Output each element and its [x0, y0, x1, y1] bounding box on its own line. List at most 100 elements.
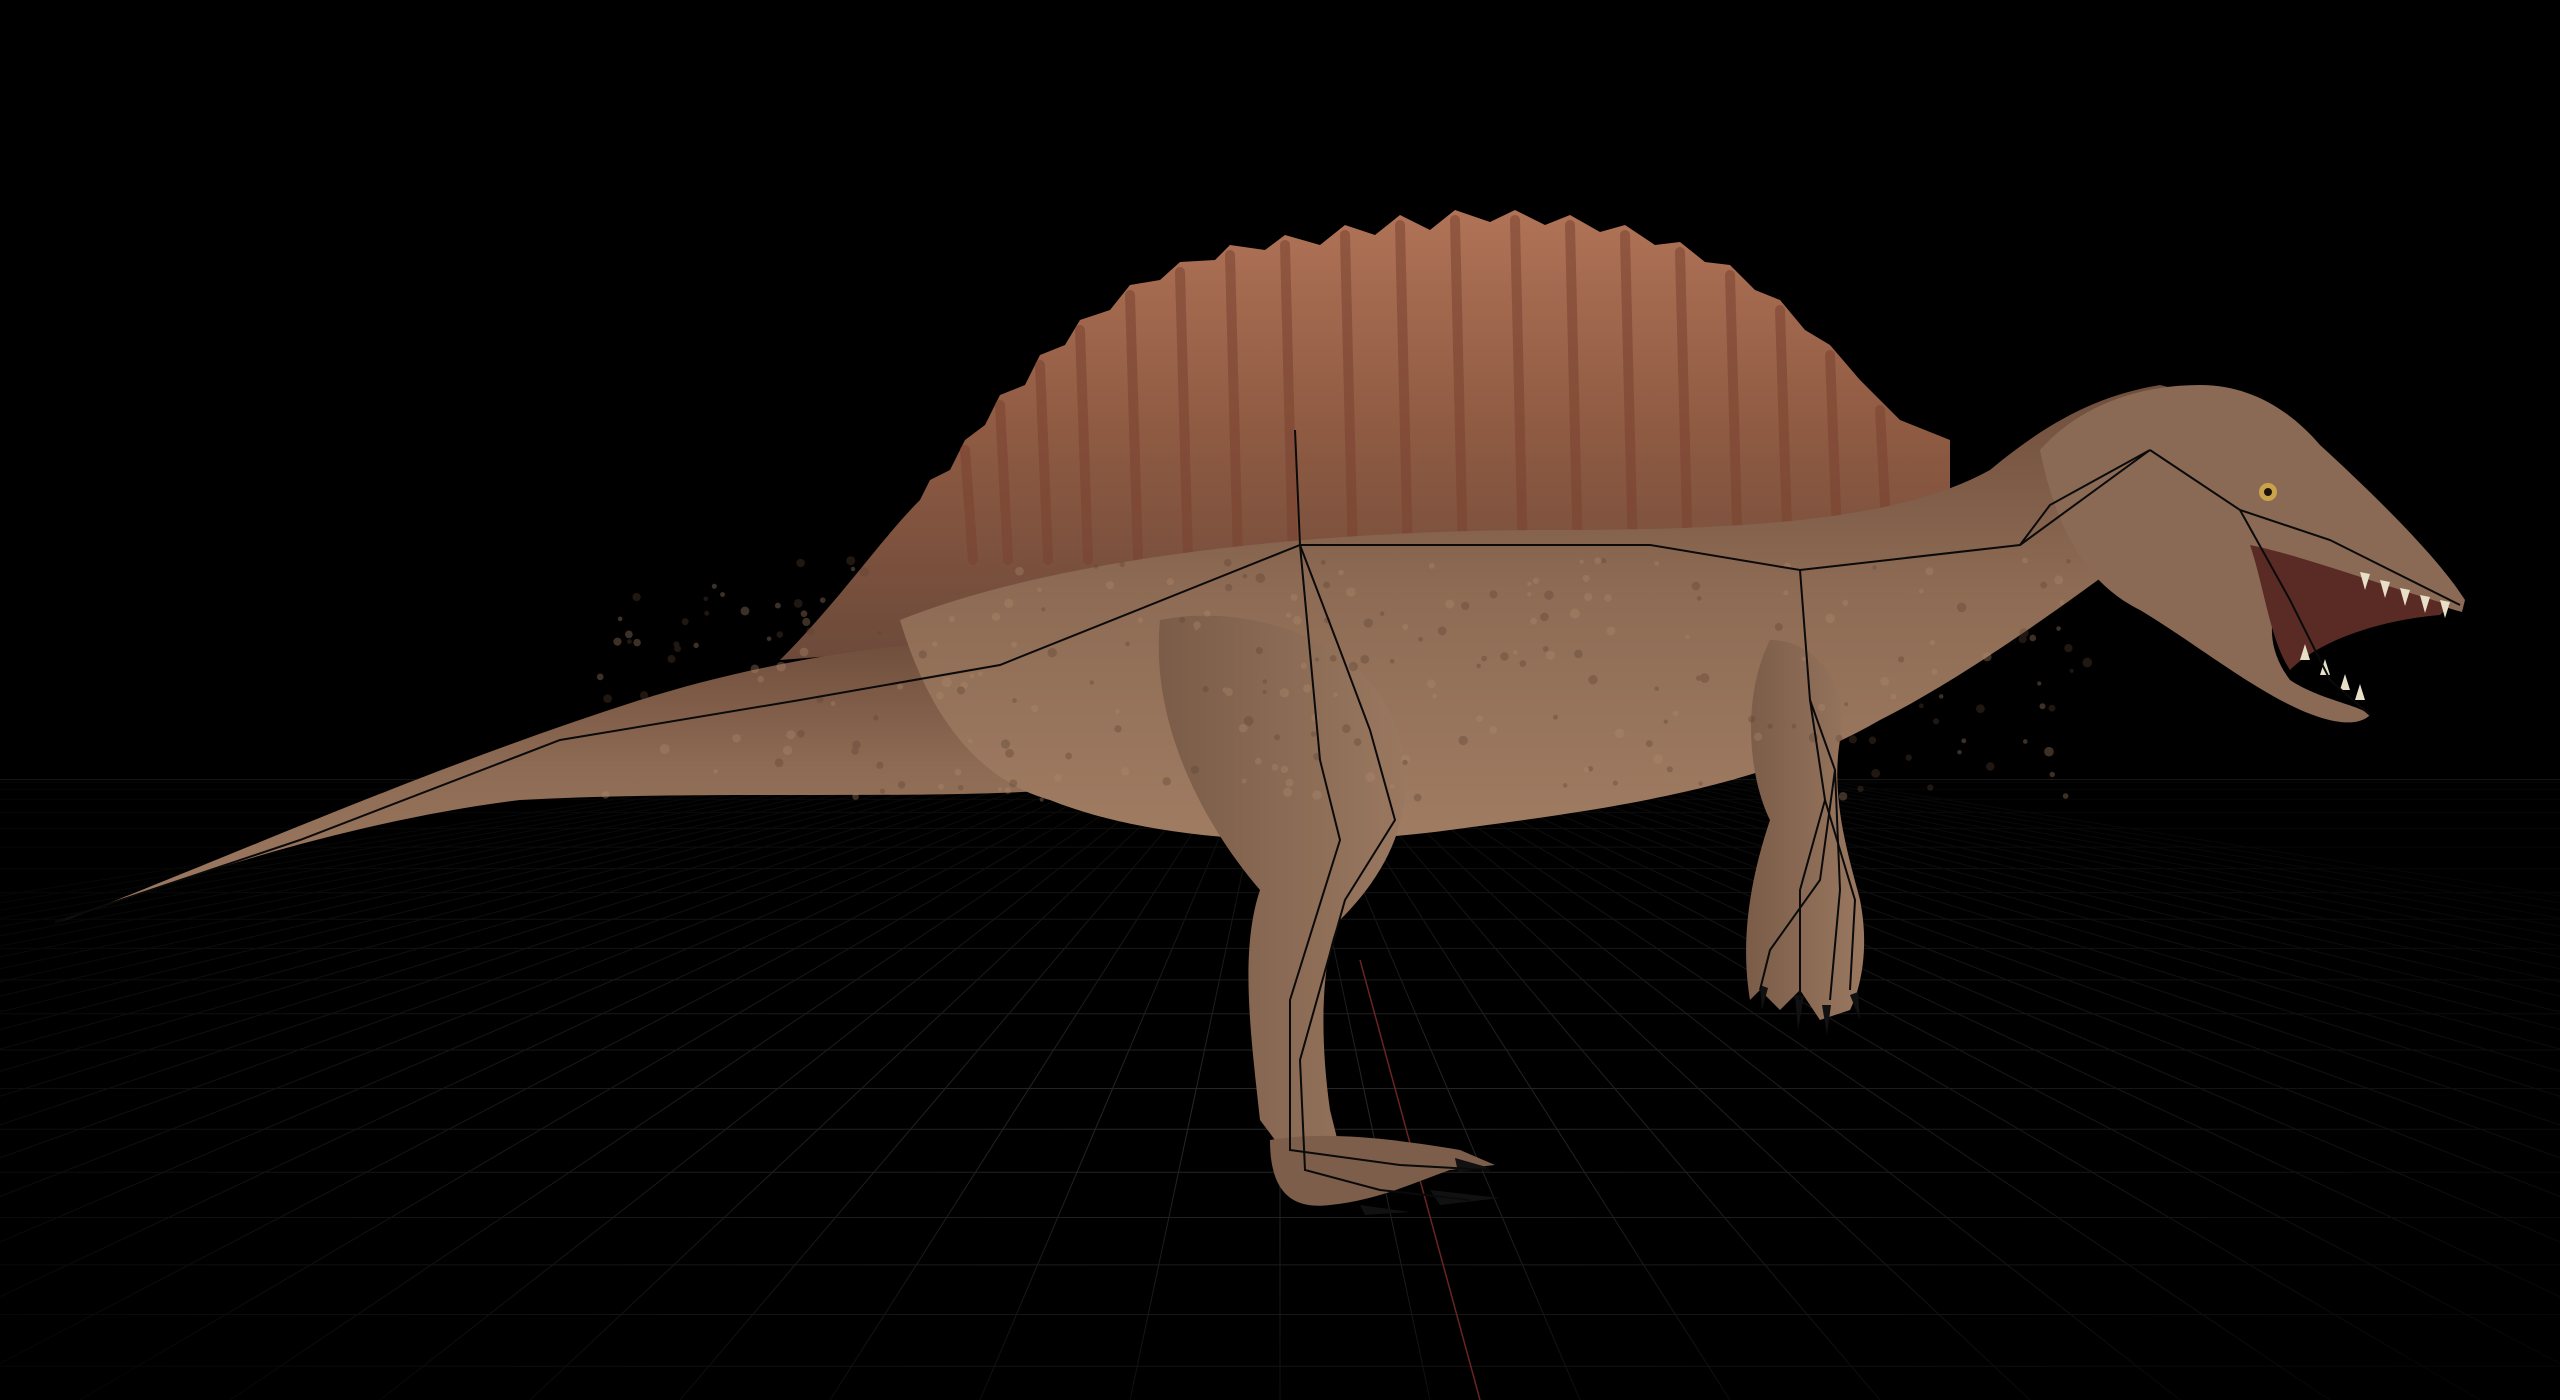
scale-dot — [1379, 611, 1385, 616]
scale-dot — [1540, 612, 1549, 622]
scale-dot — [786, 730, 796, 740]
scale-dot — [613, 637, 622, 646]
scale-dot — [1905, 754, 1912, 761]
scale-dot — [1005, 748, 1014, 758]
scale-dot — [1303, 684, 1312, 693]
scale-dot — [1054, 774, 1062, 782]
scale-dot — [799, 647, 809, 657]
scale-dot — [1300, 662, 1307, 669]
scale-dot — [782, 745, 793, 756]
scale-dot — [1432, 693, 1438, 699]
scale-dot — [1606, 626, 1616, 636]
scale-dot — [1653, 754, 1663, 764]
scale-dot — [819, 597, 826, 604]
scale-dot — [2040, 581, 2048, 589]
head[interactable] — [2040, 385, 2465, 723]
scale-dot — [1166, 578, 1174, 586]
scale-dot — [1320, 559, 1326, 565]
scale-dot — [1601, 558, 1607, 564]
scale-dot — [2022, 739, 2028, 744]
scale-dot — [1280, 765, 1289, 774]
viewport-canvas[interactable] — [0, 0, 2560, 1400]
scale-dot — [2064, 643, 2073, 653]
scale-dot — [1202, 686, 1209, 693]
scale-dot — [1512, 649, 1518, 655]
scale-dot — [802, 617, 811, 627]
scale-dot — [1285, 612, 1292, 618]
scale-dot — [1699, 673, 1710, 683]
scale-dot — [852, 740, 861, 750]
scale-dot — [1666, 766, 1673, 773]
scale-dot — [1125, 641, 1130, 647]
scale-dot — [1929, 639, 1936, 646]
scale-dot — [897, 683, 904, 690]
scale-dot — [766, 636, 772, 642]
scale-dot — [1818, 703, 1826, 712]
scale-dot — [1519, 660, 1527, 667]
scale-dot — [1532, 577, 1540, 584]
scale-dot — [2037, 681, 2042, 686]
scale-dot — [1011, 641, 1018, 648]
scale-dot — [1338, 569, 1344, 576]
scale-dot — [2054, 575, 2064, 585]
scale-dot — [1242, 573, 1248, 579]
scale-dot — [1120, 767, 1130, 776]
scale-dot — [1918, 588, 1924, 594]
scale-dot — [879, 788, 886, 794]
scale-dot — [1835, 734, 1843, 742]
scale-dot — [1346, 587, 1356, 597]
scale-dot — [1065, 752, 1072, 760]
3d-viewport[interactable] — [0, 0, 2560, 1400]
scale-dot — [2062, 793, 2069, 799]
scale-dot — [978, 671, 983, 677]
scale-dot — [774, 602, 781, 609]
scale-dot — [1925, 567, 1934, 576]
scale-dot — [1193, 621, 1201, 629]
scale-dot — [1413, 793, 1422, 802]
scale-dot — [1342, 724, 1351, 734]
scale-dot — [1594, 557, 1602, 565]
scale-dot — [1224, 559, 1232, 567]
scale-dot — [793, 599, 803, 608]
scale-dot — [1012, 698, 1017, 703]
scale-dot — [806, 627, 815, 636]
scale-dot — [969, 673, 975, 679]
scale-dot — [1015, 566, 1024, 576]
scale-dot — [991, 612, 1001, 622]
scale-dot — [1544, 590, 1554, 600]
scale-dot — [1418, 636, 1424, 642]
scale-dot — [1093, 564, 1099, 569]
scale-dot — [1363, 618, 1373, 628]
scale-dot — [1774, 622, 1783, 631]
scale-dot — [1323, 581, 1330, 589]
scale-dot — [1162, 777, 1171, 786]
scale-dot — [1004, 598, 1014, 608]
tooth — [2355, 684, 2365, 700]
tooth — [2340, 674, 2350, 690]
scale-dot — [1844, 702, 1849, 707]
scale-dot — [1285, 778, 1294, 787]
scale-dot — [1137, 617, 1144, 623]
scale-dot — [1857, 785, 1864, 793]
scale-dot — [852, 793, 859, 800]
scale-dot — [1089, 680, 1095, 685]
scale-dot — [703, 596, 709, 602]
scale-dot — [1574, 649, 1583, 659]
scale-dot — [1279, 688, 1290, 698]
scale-dot — [1582, 574, 1590, 582]
scale-dot — [1584, 592, 1593, 602]
scale-dot — [2018, 634, 2027, 644]
scale-dot — [918, 650, 927, 659]
scale-dot — [1982, 652, 1992, 662]
scale-dot — [998, 787, 1003, 792]
scale-dot — [1204, 610, 1211, 617]
scale-dot — [1612, 780, 1618, 786]
scale-dot — [1868, 736, 1877, 744]
scale-dot — [1310, 731, 1317, 737]
scale-dot — [633, 638, 641, 647]
scale-dot — [774, 758, 784, 768]
scale-dot — [1262, 689, 1267, 694]
scale-dot — [632, 592, 641, 602]
scale-dot — [1654, 686, 1660, 691]
scale-dot — [1976, 704, 1985, 713]
